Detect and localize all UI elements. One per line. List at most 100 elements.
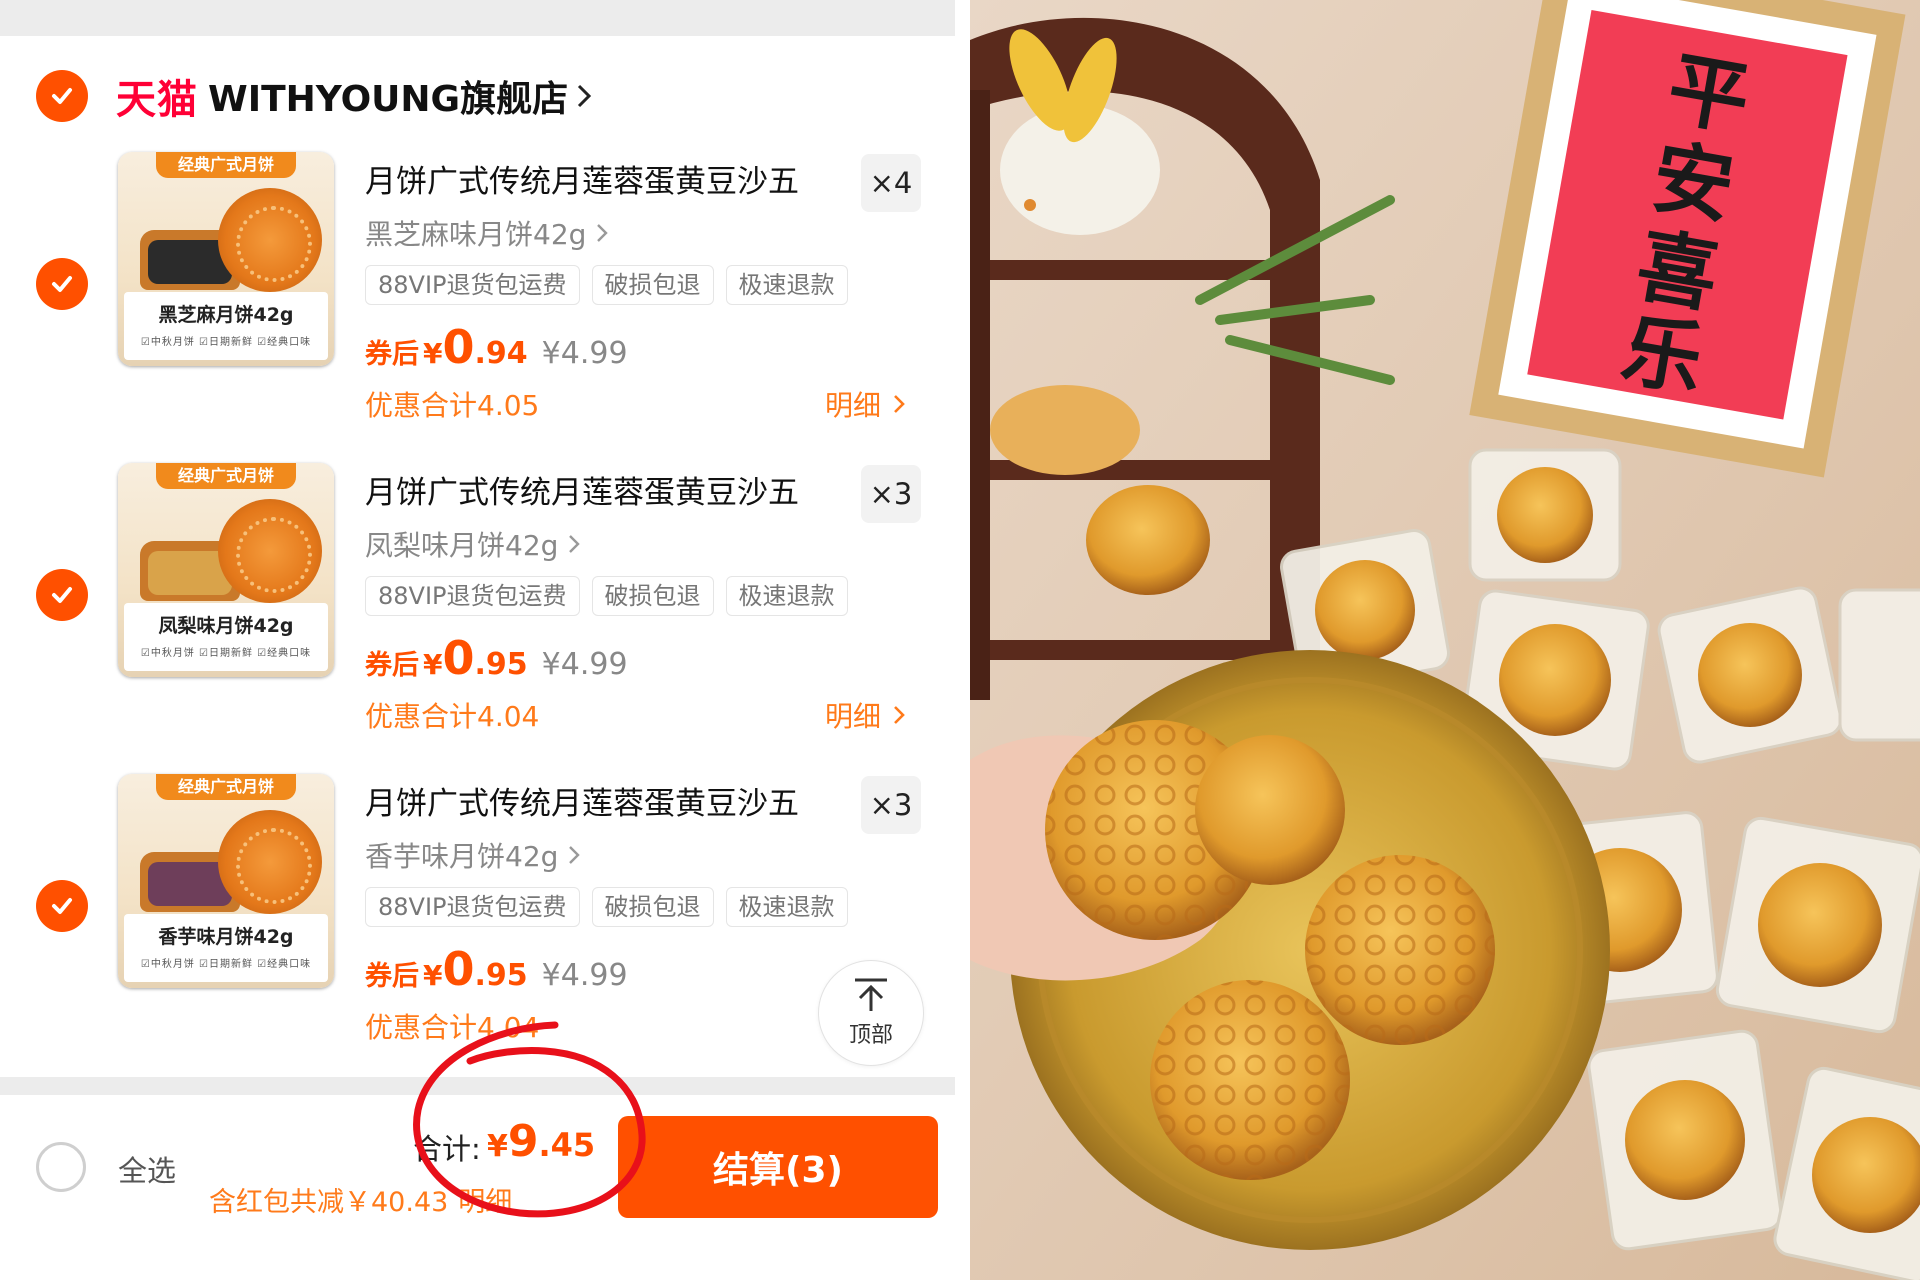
select-all-label[interactable]: 全选	[118, 1148, 176, 1190]
variant-label: 凤梨味月饼42g	[365, 529, 559, 562]
currency-symbol: ¥	[423, 959, 443, 992]
total-label: 合计:	[413, 1132, 481, 1166]
back-to-top-button[interactable]: 顶部	[818, 960, 924, 1066]
variant-label: 黑芝麻味月饼42g	[365, 218, 587, 251]
price-row: 券后 ¥ 0 .95 ¥4.99	[365, 942, 628, 996]
checkout-button[interactable]: 结算(3)	[618, 1116, 938, 1218]
service-tags: 88VIP退货包运费 破损包退 极速退款	[365, 576, 860, 616]
variant-selector[interactable]: 凤梨味月饼42g	[365, 524, 581, 564]
tag-88vip: 88VIP退货包运费	[365, 265, 580, 305]
svg-text:乐: 乐	[1615, 301, 1710, 407]
select-all-checkbox[interactable]	[36, 1142, 86, 1192]
chevron-right-icon	[578, 84, 592, 108]
chevron-right-icon	[569, 846, 581, 864]
shop-header[interactable]: 天猫 WITHYOUNG旗舰店	[36, 70, 592, 123]
tag-damage-refund: 破损包退	[591, 265, 714, 305]
product-title[interactable]: 月饼广式传统月莲蓉蛋黄豆沙五	[365, 778, 799, 823]
arrow-up-to-line-icon	[855, 978, 887, 1011]
total-integer: 9	[507, 1116, 539, 1167]
discount-detail-link[interactable]: 明细	[458, 1187, 512, 1218]
total-currency: ¥	[487, 1129, 508, 1164]
coupon-price-label: 券后	[365, 339, 419, 370]
chevron-right-icon	[894, 706, 905, 724]
product-thumbnail[interactable]: 经典广式月饼 黑芝麻月饼42g ☑中秋月饼 ☑日期新鲜 ☑经典口味	[118, 152, 334, 366]
cart-item: 经典广式月饼 凤梨味月饼42g ☑中秋月饼 ☑日期新鲜 ☑经典口味 月饼广式传统…	[0, 463, 955, 763]
total-decimal: .45	[538, 1126, 596, 1164]
price-integer: 0	[442, 631, 475, 685]
thumbnail-label-name: 黑芝麻月饼42g	[158, 304, 294, 326]
chevron-right-icon	[597, 224, 609, 242]
service-tags: 88VIP退货包运费 破损包退 极速退款	[365, 265, 860, 305]
item-check-icon[interactable]	[36, 880, 88, 932]
tmall-logo: 天猫	[116, 77, 198, 123]
product-thumbnail[interactable]: 经典广式月饼 凤梨味月饼42g ☑中秋月饼 ☑日期新鲜 ☑经典口味	[118, 463, 334, 677]
service-tags: 88VIP退货包运费 破损包退 极速退款	[365, 887, 860, 927]
item-check-icon[interactable]	[36, 569, 88, 621]
thumbnail-label-name: 香芋味月饼42g	[158, 926, 294, 948]
bottom-gray-strip	[0, 1077, 955, 1095]
shop-check-icon[interactable]	[36, 70, 88, 122]
thumbnail-label-sub: ☑中秋月饼 ☑日期新鲜 ☑经典口味	[140, 648, 312, 659]
detail-label: 明细	[825, 700, 882, 733]
original-price: ¥4.99	[541, 958, 628, 993]
cart-panel: 天猫 WITHYOUNG旗舰店 经典广式月饼 黑芝麻月饼42g ☑中秋月饼 ☑日…	[0, 0, 960, 1280]
detail-link[interactable]: 明细	[825, 384, 905, 424]
saving-total: 优惠合计4.04	[365, 700, 540, 733]
tag-damage-refund: 破损包退	[591, 887, 714, 927]
price-integer: 0	[442, 942, 475, 996]
cart-item: 经典广式月饼 香芋味月饼42g ☑中秋月饼 ☑日期新鲜 ☑经典口味 月饼广式传统…	[0, 774, 955, 1074]
tag-fast-refund: 极速退款	[725, 265, 848, 305]
quantity-badge[interactable]: ×3	[861, 776, 921, 834]
coupon-price-label: 券后	[365, 650, 419, 681]
mooncake-whole-image	[218, 188, 322, 292]
thumbnail-label-name: 凤梨味月饼42g	[158, 615, 294, 637]
thumbnail-ribbon: 经典广式月饼	[156, 774, 296, 800]
original-price: ¥4.99	[541, 336, 628, 371]
currency-symbol: ¥	[423, 648, 443, 681]
tag-88vip: 88VIP退货包运费	[365, 887, 580, 927]
thumbnail-label: 香芋味月饼42g ☑中秋月饼 ☑日期新鲜 ☑经典口味	[124, 914, 328, 982]
thumbnail-label: 凤梨味月饼42g ☑中秋月饼 ☑日期新鲜 ☑经典口味	[124, 603, 328, 671]
price-row: 券后 ¥ 0 .95 ¥4.99	[365, 631, 628, 685]
saving-total: 优惠合计4.04	[365, 1011, 540, 1044]
thumbnail-label-sub: ☑中秋月饼 ☑日期新鲜 ☑经典口味	[140, 959, 312, 970]
tag-damage-refund: 破损包退	[591, 576, 714, 616]
quantity-badge[interactable]: ×3	[861, 465, 921, 523]
discount-summary[interactable]: 含红包共减￥40.43 明细	[209, 1180, 512, 1219]
saving-total: 优惠合计4.05	[365, 389, 540, 422]
tag-fast-refund: 极速退款	[725, 887, 848, 927]
detail-link[interactable]: 明细	[825, 695, 905, 735]
product-thumbnail[interactable]: 经典广式月饼 香芋味月饼42g ☑中秋月饼 ☑日期新鲜 ☑经典口味	[118, 774, 334, 988]
price-decimal: .95	[474, 647, 528, 682]
chevron-right-icon	[894, 395, 905, 413]
tag-fast-refund: 极速退款	[725, 576, 848, 616]
price-row: 券后 ¥ 0 .94 ¥4.99	[365, 320, 628, 374]
price-integer: 0	[442, 320, 475, 374]
coupon-price-label: 券后	[365, 961, 419, 992]
thumbnail-ribbon: 经典广式月饼	[156, 463, 296, 489]
variant-selector[interactable]: 黑芝麻味月饼42g	[365, 213, 609, 253]
price-decimal: .94	[474, 336, 528, 371]
detail-label: 明细	[825, 389, 882, 422]
price-decimal: .95	[474, 958, 528, 993]
top-gray-strip	[0, 0, 955, 36]
shop-name[interactable]: WITHYOUNG旗舰店	[208, 70, 568, 122]
image-divider	[960, 0, 970, 1280]
tag-88vip: 88VIP退货包运费	[365, 576, 580, 616]
variant-selector[interactable]: 香芋味月饼42g	[365, 835, 581, 875]
quantity-badge[interactable]: ×4	[861, 154, 921, 212]
product-title[interactable]: 月饼广式传统月莲蓉蛋黄豆沙五	[365, 467, 799, 512]
item-check-icon[interactable]	[36, 258, 88, 310]
original-price: ¥4.99	[541, 647, 628, 682]
mooncake-photo: 平 安 喜 乐	[970, 0, 1920, 1280]
mooncake-whole-image	[218, 499, 322, 603]
total-amount: ¥ 9 .45	[487, 1116, 595, 1167]
currency-symbol: ¥	[423, 337, 443, 370]
product-title[interactable]: 月饼广式传统月莲蓉蛋黄豆沙五	[365, 156, 799, 201]
thumbnail-ribbon: 经典广式月饼	[156, 152, 296, 178]
thumbnail-label-sub: ☑中秋月饼 ☑日期新鲜 ☑经典口味	[140, 337, 312, 348]
chevron-right-icon	[569, 535, 581, 553]
discount-text: 含红包共减￥40.43	[209, 1187, 449, 1218]
back-to-top-label: 顶部	[848, 1023, 893, 1048]
mooncake-whole-image	[218, 810, 322, 914]
